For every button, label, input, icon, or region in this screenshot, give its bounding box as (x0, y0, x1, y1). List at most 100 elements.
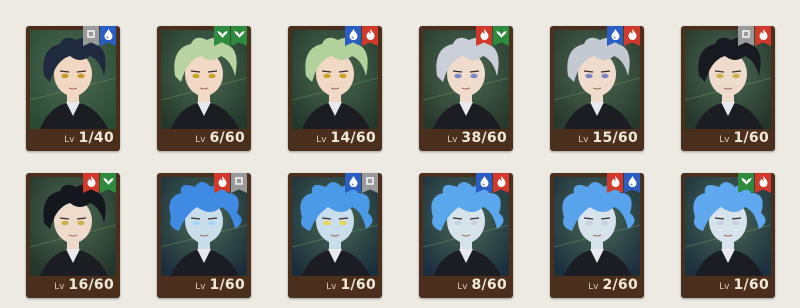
red-element-badge (755, 26, 771, 46)
character-card[interactable]: Lv 6/60 (157, 26, 251, 151)
leaf-icon (741, 178, 751, 185)
level-prefix: Lv (54, 282, 65, 292)
character-card[interactable]: Lv 1/60 (681, 26, 775, 151)
red-element-badge (476, 26, 492, 46)
level-value: 6/60 (209, 130, 245, 146)
level-display: Lv 1/60 (161, 277, 247, 295)
gray-element-badge (231, 173, 247, 193)
water-drop-icon (349, 29, 357, 40)
level-display: Lv 6/60 (161, 130, 247, 148)
leaf-icon (217, 31, 227, 38)
character-card[interactable]: Lv 1/40 (26, 26, 120, 151)
fire-icon (759, 29, 767, 40)
level-prefix: Lv (447, 135, 458, 145)
fire-icon (366, 29, 374, 40)
neutral-icon (87, 30, 95, 38)
red-element-badge (755, 173, 771, 193)
element-badges (607, 26, 640, 46)
character-card[interactable]: Lv 1/60 (157, 173, 251, 298)
level-prefix: Lv (64, 135, 75, 145)
level-prefix: Lv (326, 282, 337, 292)
level-prefix: Lv (719, 282, 730, 292)
element-badges (738, 26, 771, 46)
red-element-badge (493, 173, 509, 193)
level-display: Lv 8/60 (423, 277, 509, 295)
neutral-icon (742, 30, 750, 38)
level-prefix: Lv (578, 135, 589, 145)
leaf-icon (234, 31, 244, 38)
green-element-badge (738, 173, 754, 193)
character-card[interactable]: Lv 16/60 (26, 173, 120, 298)
level-value: 15/60 (592, 130, 638, 146)
level-value: 2/60 (602, 277, 638, 293)
fire-icon (611, 176, 619, 187)
level-prefix: Lv (457, 282, 468, 292)
level-value: 16/60 (68, 277, 114, 293)
level-prefix: Lv (195, 282, 206, 292)
gray-element-badge (738, 26, 754, 46)
green-element-badge (214, 26, 230, 46)
level-display: Lv 1/60 (685, 277, 771, 295)
element-badges (345, 26, 378, 46)
green-element-badge (231, 26, 247, 46)
green-element-badge (100, 173, 116, 193)
blue-element-badge (624, 173, 640, 193)
water-drop-icon (611, 29, 619, 40)
element-badges (214, 173, 247, 193)
element-badges (476, 26, 509, 46)
level-prefix: Lv (195, 135, 206, 145)
blue-element-badge (476, 173, 492, 193)
character-card[interactable]: Lv 1/60 (681, 173, 775, 298)
level-value: 14/60 (330, 130, 376, 146)
level-value: 1/60 (733, 130, 769, 146)
fire-icon (218, 176, 226, 187)
level-value: 1/60 (340, 277, 376, 293)
fire-icon (759, 176, 767, 187)
fire-icon (628, 29, 636, 40)
level-value: 1/40 (78, 130, 114, 146)
fire-icon (497, 176, 505, 187)
water-drop-icon (628, 176, 636, 187)
character-card[interactable]: Lv 1/60 (288, 173, 382, 298)
red-element-badge (83, 173, 99, 193)
gray-element-badge (362, 173, 378, 193)
neutral-icon (366, 177, 374, 185)
level-prefix: Lv (588, 282, 599, 292)
water-drop-icon (104, 29, 112, 40)
element-badges (476, 173, 509, 193)
level-display: Lv 14/60 (292, 130, 378, 148)
level-value: 8/60 (471, 277, 507, 293)
element-badges (738, 173, 771, 193)
red-element-badge (214, 173, 230, 193)
character-grid: Lv 1/40 Lv 6/60 Lv 14/60 Lv 38/60 Lv 15/… (0, 0, 800, 308)
character-card[interactable]: Lv 15/60 (550, 26, 644, 151)
gray-element-badge (83, 26, 99, 46)
level-value: 38/60 (461, 130, 507, 146)
level-prefix: Lv (316, 135, 327, 145)
level-value: 1/60 (209, 277, 245, 293)
blue-element-badge (345, 173, 361, 193)
water-drop-icon (349, 176, 357, 187)
character-card[interactable]: Lv 38/60 (419, 26, 513, 151)
blue-element-badge (100, 26, 116, 46)
leaf-icon (496, 31, 506, 38)
green-element-badge (493, 26, 509, 46)
character-card[interactable]: Lv 8/60 (419, 173, 513, 298)
character-card[interactable]: Lv 14/60 (288, 26, 382, 151)
character-card[interactable]: Lv 2/60 (550, 173, 644, 298)
element-badges (607, 173, 640, 193)
water-drop-icon (480, 176, 488, 187)
fire-icon (480, 29, 488, 40)
level-display: Lv 16/60 (30, 277, 116, 295)
level-display: Lv 1/60 (685, 130, 771, 148)
level-display: Lv 1/40 (30, 130, 116, 148)
leaf-icon (103, 178, 113, 185)
level-value: 1/60 (733, 277, 769, 293)
red-element-badge (624, 26, 640, 46)
level-prefix: Lv (719, 135, 730, 145)
level-display: Lv 2/60 (554, 277, 640, 295)
fire-icon (87, 176, 95, 187)
level-display: Lv 15/60 (554, 130, 640, 148)
red-element-badge (362, 26, 378, 46)
element-badges (83, 26, 116, 46)
